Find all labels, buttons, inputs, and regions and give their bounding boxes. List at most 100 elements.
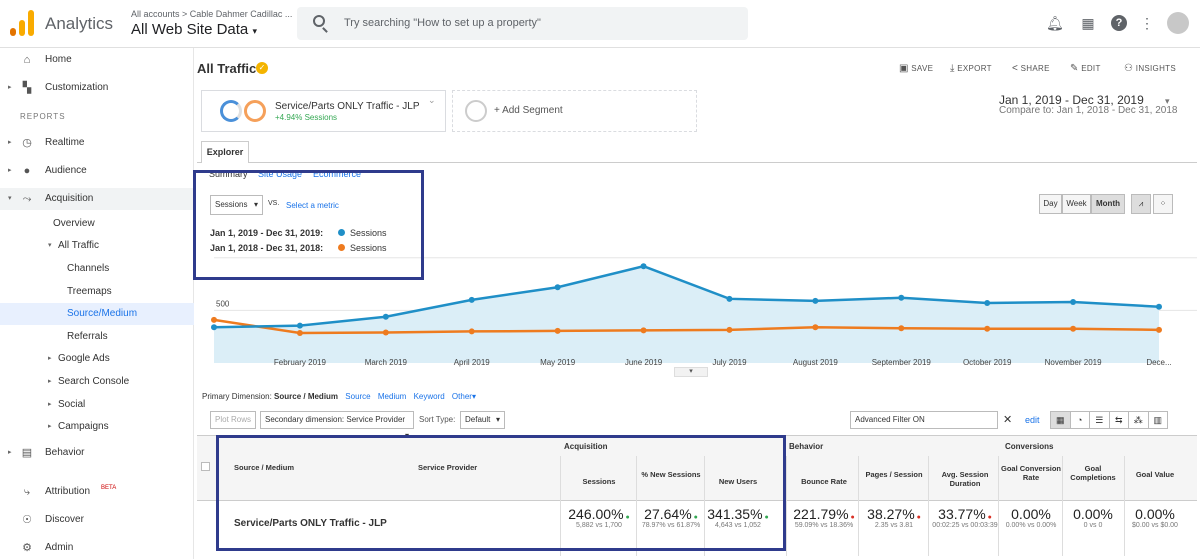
sidebar-item-label: Google Ads	[58, 353, 110, 364]
tab-explorer[interactable]: Explorer	[201, 141, 249, 163]
term-cloud-icon[interactable]: ⁂	[1129, 412, 1149, 428]
property-name: All Web Site Data	[131, 21, 249, 38]
sidebar-item-attribution[interactable]: ⤷ Attribution BETA	[0, 481, 194, 503]
insights-icon: ⚇	[1124, 63, 1134, 74]
month-button[interactable]: Month	[1091, 194, 1125, 214]
dimension-keyword[interactable]: Keyword	[414, 392, 445, 401]
expand-arrow-icon: ▸	[8, 449, 12, 456]
dimension-source[interactable]: Source	[345, 392, 370, 401]
add-segment-label: + Add Segment	[494, 105, 563, 116]
column-header[interactable]: Bounce Rate	[789, 477, 859, 486]
dimension-other[interactable]: Other	[452, 392, 472, 401]
reports-heading: REPORTS	[20, 112, 66, 121]
data-point	[984, 325, 991, 332]
comparison-view-icon[interactable]: ⇆	[1110, 412, 1129, 428]
data-point	[382, 329, 389, 336]
x-tick-label: February 2019	[274, 358, 327, 367]
day-button[interactable]: Day	[1039, 194, 1062, 214]
data-point	[1156, 326, 1162, 333]
insights-button[interactable]: ⚇ INSIGHTS	[1124, 63, 1176, 74]
share-button[interactable]: < SHARE	[1012, 63, 1050, 74]
export-label: EXPORT	[957, 64, 992, 73]
edit-button[interactable]: ✎ EDIT	[1070, 63, 1101, 74]
pivot-view-icon[interactable]: ▥	[1149, 412, 1168, 428]
metric-comparison: 0 vs 0	[1083, 522, 1103, 529]
add-segment-button[interactable]: + Add Segment	[452, 90, 697, 132]
dimension-medium[interactable]: Medium	[378, 392, 406, 401]
sidebar-item-google-ads[interactable]: ▸ Google Ads	[0, 348, 194, 370]
select-all-checkbox[interactable]	[201, 462, 210, 471]
sidebar-item-channels[interactable]: Channels	[0, 258, 194, 280]
clear-filter-icon[interactable]: ✕	[1003, 413, 1012, 426]
date-dropdown-icon[interactable]: ▾	[1165, 96, 1170, 107]
column-header[interactable]: Goal Value	[1126, 470, 1184, 479]
sidebar-item-social[interactable]: ▸ Social	[0, 394, 194, 416]
sidebar-item-customization[interactable]: ▸ ▚ Customization	[0, 77, 194, 99]
change-indicator-icon: ●	[848, 514, 855, 521]
sidebar-item-admin[interactable]: ⚙ Admin	[0, 537, 194, 559]
apps-grid-icon[interactable]: ▦	[1080, 15, 1096, 31]
search-bar[interactable]: Try searching "How to set up a property"	[297, 7, 748, 40]
property-selector[interactable]: All Web Site Data ▾	[131, 21, 257, 38]
sidebar-item-home[interactable]: ⌂ Home	[0, 49, 194, 71]
breadcrumb[interactable]: All accounts > Cable Dahmer Cadillac ...	[131, 9, 292, 19]
sidebar-item-acquisition[interactable]: ▾ ⤳ Acquisition	[0, 188, 194, 210]
column-header[interactable]: Avg. Session Duration	[930, 470, 1000, 488]
edit-filter-link[interactable]: edit	[1025, 415, 1040, 425]
column-header[interactable]: Pages / Session	[860, 470, 928, 479]
sidebar-item-source-medium[interactable]: Source/Medium	[0, 303, 194, 325]
plot-rows-button[interactable]: Plot Rows	[210, 411, 257, 429]
sidebar-item-referrals[interactable]: Referrals	[0, 326, 194, 348]
export-button[interactable]: ⤓ EXPORT	[950, 63, 992, 74]
save-button[interactable]: ▣ SAVE	[899, 63, 933, 74]
dimension-source-medium[interactable]: Source / Medium	[274, 392, 338, 401]
sidebar-item-label: Admin	[45, 542, 74, 553]
column-divider	[786, 456, 787, 556]
week-button[interactable]: Week	[1062, 194, 1091, 214]
metric-comparison: 0.00% vs 0.00%	[1005, 522, 1057, 529]
share-label: SHARE	[1020, 64, 1050, 73]
column-divider	[1062, 456, 1063, 556]
sidebar-item-realtime[interactable]: ▸ ◷ Realtime	[0, 132, 194, 154]
secondary-dimension-label: Secondary dimension: Service Provider	[265, 415, 406, 424]
sidebar-item-discover[interactable]: ☉ Discover	[0, 509, 194, 531]
more-vert-icon[interactable]: ⋮	[1139, 15, 1155, 31]
column-header[interactable]: Goal Completions	[1062, 464, 1124, 482]
save-label: SAVE	[911, 64, 934, 73]
expand-arrow-icon: ▸	[48, 355, 52, 362]
sidebar-item-behavior[interactable]: ▸ ▤ Behavior	[0, 442, 194, 464]
advanced-filter-input[interactable]: Advanced Filter ON	[850, 411, 998, 429]
chevron-down-icon[interactable]: ⌄	[428, 95, 436, 106]
performance-view-icon[interactable]: ☰	[1090, 412, 1110, 428]
secondary-dimension-select[interactable]: Secondary dimension: Service Provider▾	[260, 411, 414, 440]
motion-chart-toggle-icon[interactable]: ⁘	[1153, 194, 1173, 214]
compare-range[interactable]: Compare to: Jan 1, 2018 - Dec 31, 2018	[999, 105, 1177, 116]
bell-icon[interactable]: 🔔︎	[1046, 15, 1064, 31]
line-chart-toggle-icon[interactable]: ⩘	[1131, 194, 1151, 214]
sidebar-item-treemaps[interactable]: Treemaps	[0, 281, 194, 303]
help-icon[interactable]: ?	[1111, 15, 1127, 31]
analytics-logo-icon[interactable]	[10, 10, 36, 36]
sidebar-item-label: Source/Medium	[67, 308, 138, 319]
share-icon: <	[1012, 63, 1019, 74]
sidebar-item-label: Overview	[53, 218, 95, 229]
table-view-icon[interactable]: ▦	[1051, 412, 1071, 428]
metric-comparison: 00:02:25 vs 00:03:39	[932, 522, 998, 529]
gear-icon: ⚙	[22, 542, 32, 554]
sidebar-item-overview[interactable]: Overview	[0, 213, 194, 235]
segment-chip[interactable]: Service/Parts ONLY Traffic - JLP +4.94% …	[201, 90, 446, 132]
account-avatar[interactable]	[1167, 12, 1189, 34]
chart-expand-handle[interactable]: ▾	[674, 367, 708, 377]
sort-type-select[interactable]: Default ▾	[460, 411, 505, 429]
sidebar-item-audience[interactable]: ▸ ● Audience	[0, 160, 194, 182]
sidebar-item-all-traffic[interactable]: ▾ All Traffic	[0, 235, 194, 257]
data-point	[1070, 325, 1077, 332]
x-tick-label: Dece...	[1146, 358, 1171, 367]
data-point	[296, 330, 303, 337]
column-header[interactable]: Goal Conversion Rate	[1000, 464, 1062, 482]
expand-arrow-icon: ▸	[48, 378, 52, 385]
pie-view-icon[interactable]: ◔	[1071, 412, 1090, 428]
sidebar-item-campaigns[interactable]: ▸ Campaigns	[0, 416, 194, 438]
sidebar-item-search-console[interactable]: ▸ Search Console	[0, 371, 194, 393]
x-tick-label: October 2019	[963, 358, 1012, 367]
